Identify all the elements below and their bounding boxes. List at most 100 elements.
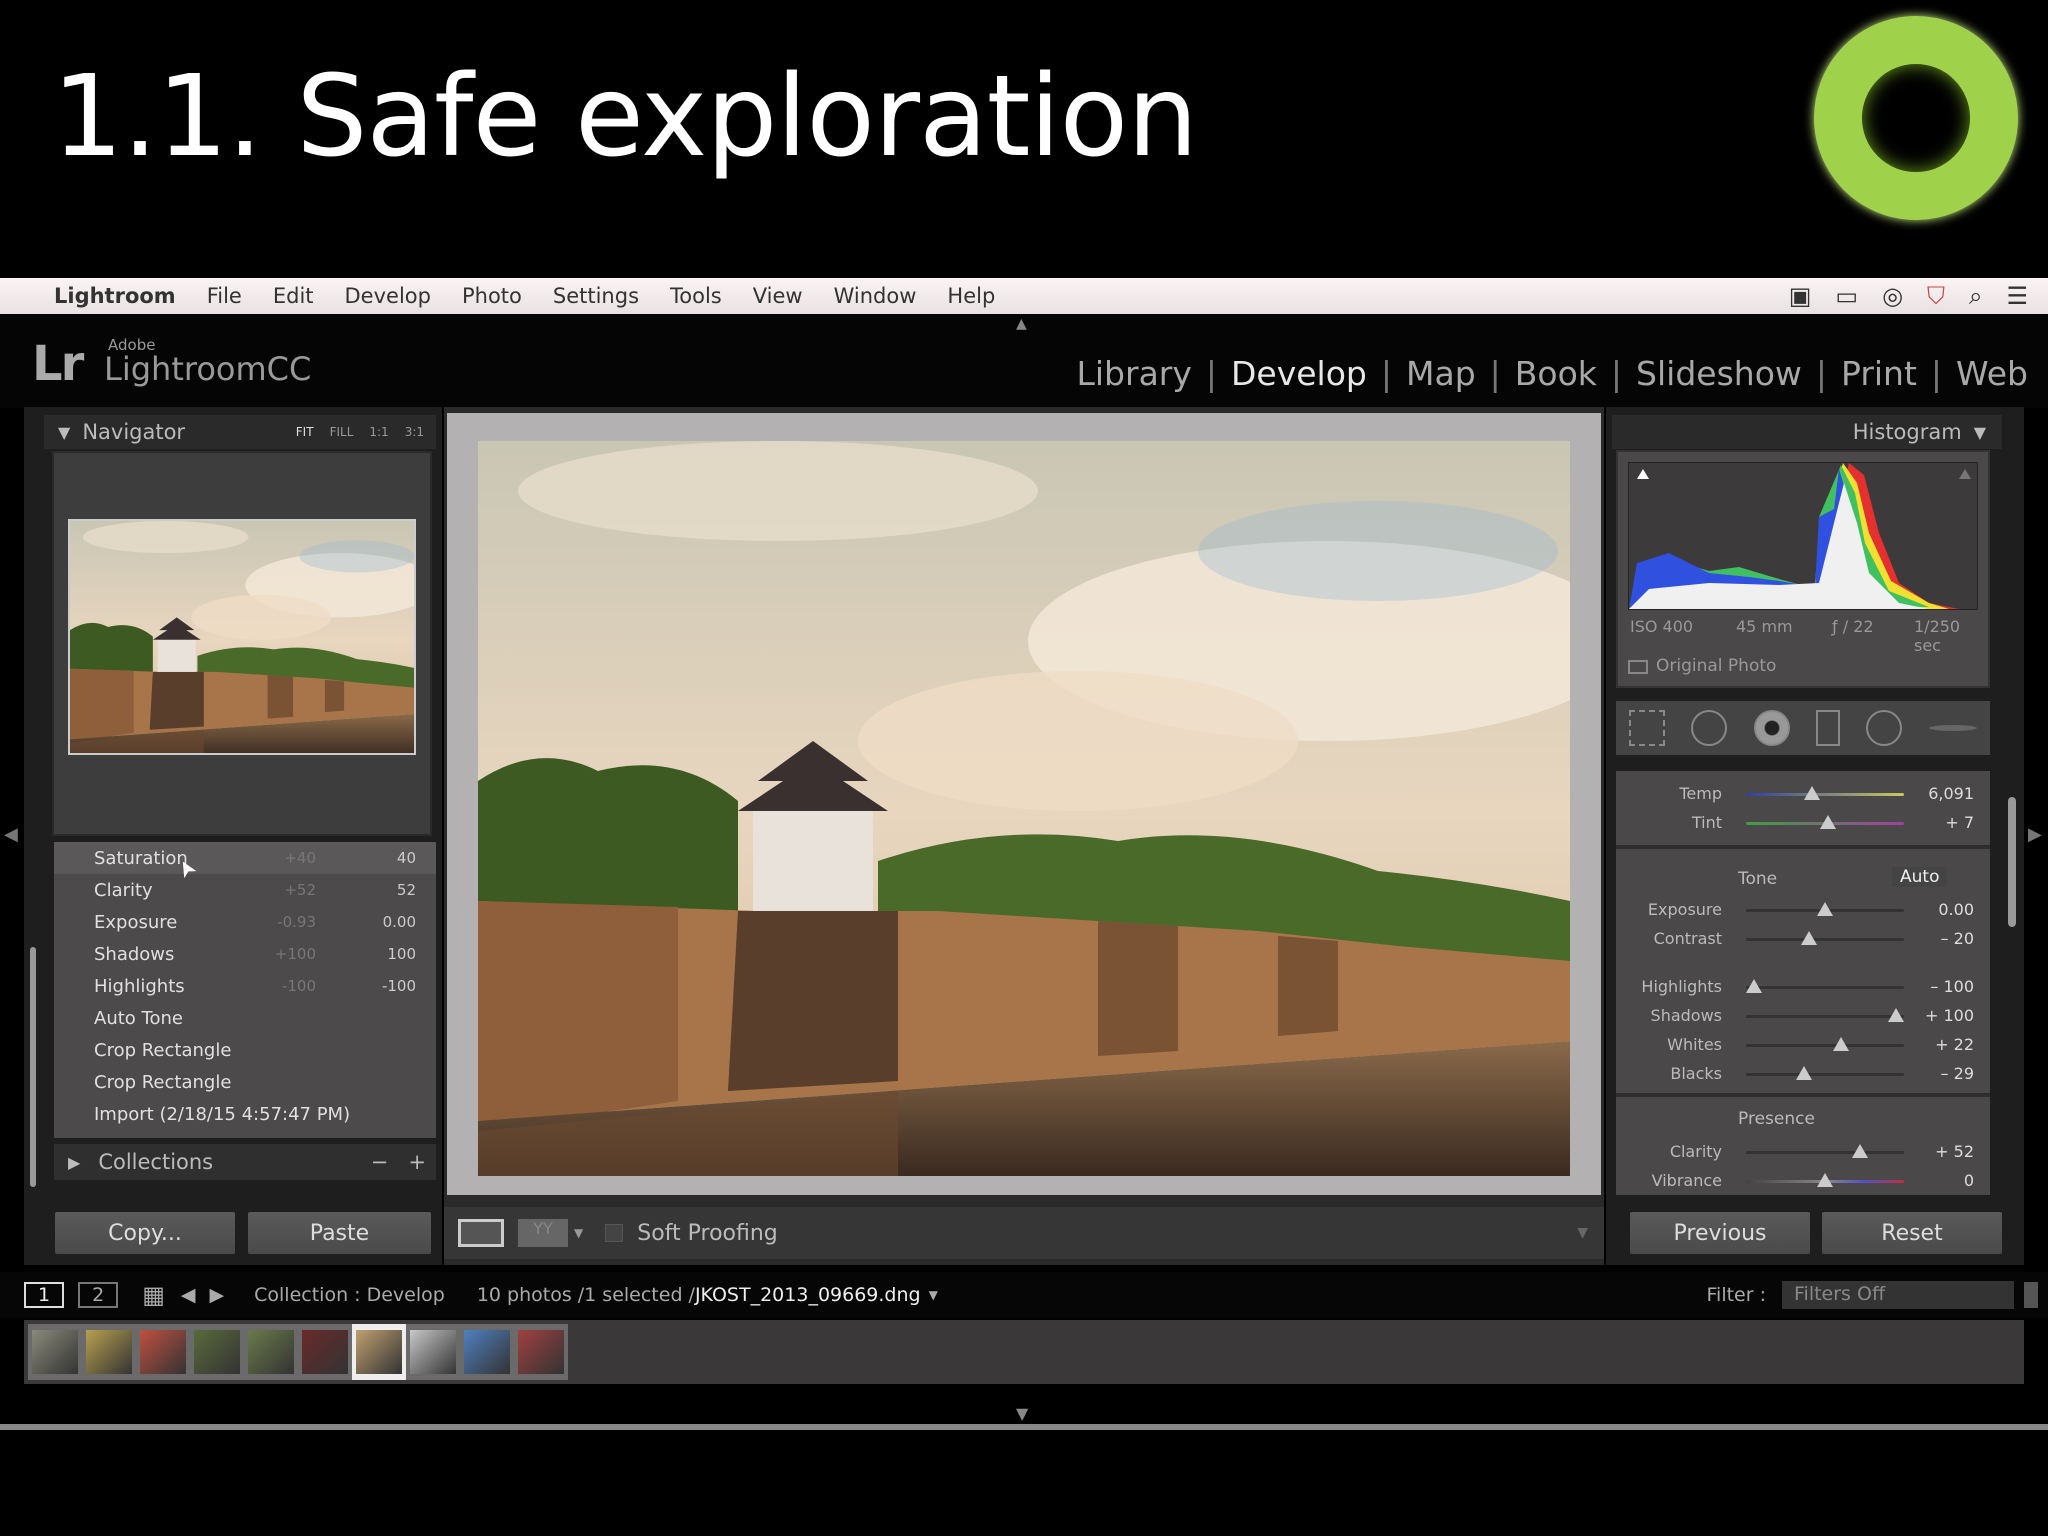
- module-slideshow[interactable]: Slideshow: [1636, 354, 1802, 393]
- slider-thumb[interactable]: [1801, 931, 1818, 945]
- slider-track[interactable]: [1746, 938, 1904, 941]
- filmstrip-thumbnail[interactable]: [352, 1324, 406, 1380]
- collapse-top-icon[interactable]: ▲: [1016, 316, 1027, 332]
- paste-button[interactable]: Paste: [248, 1212, 431, 1254]
- history-item[interactable]: Saturation +40 40: [54, 842, 436, 874]
- slider-thumb[interactable]: [1796, 1066, 1813, 1080]
- slider-value[interactable]: 0: [1964, 1171, 1974, 1190]
- secondary-window-button[interactable]: 2: [78, 1282, 119, 1308]
- remove-collection-button[interactable]: −: [371, 1150, 389, 1174]
- graduated-filter-icon[interactable]: [1816, 710, 1841, 746]
- filmstrip-thumbnail[interactable]: [136, 1324, 190, 1380]
- module-develop[interactable]: Develop: [1231, 354, 1367, 393]
- module-map[interactable]: Map: [1406, 354, 1476, 393]
- filmstrip-thumbnail[interactable]: [514, 1324, 568, 1380]
- history-item[interactable]: Crop Rectangle: [54, 1034, 436, 1066]
- main-photo[interactable]: [478, 441, 1570, 1176]
- slider-value[interactable]: + 22: [1935, 1035, 1974, 1054]
- slider-value[interactable]: – 29: [1941, 1064, 1974, 1083]
- history-item[interactable]: Import (2/18/15 4:57:47 PM): [54, 1098, 436, 1130]
- grid-icon[interactable]: ▦: [142, 1281, 165, 1309]
- collection-source[interactable]: Collection : Develop: [254, 1284, 445, 1306]
- spot-removal-icon[interactable]: [1691, 710, 1728, 746]
- filmstrip-thumbnail[interactable]: [28, 1324, 82, 1380]
- zoom-3-1[interactable]: 3:1: [405, 425, 424, 439]
- history-item[interactable]: Shadows +100 100: [54, 938, 436, 970]
- red-eye-icon[interactable]: [1753, 710, 1790, 746]
- menu-help[interactable]: Help: [947, 284, 995, 308]
- slider-track[interactable]: [1746, 986, 1904, 989]
- slider-value[interactable]: – 100: [1930, 977, 1974, 996]
- filmstrip-thumbnail[interactable]: [298, 1324, 352, 1380]
- slider-value[interactable]: + 7: [1945, 813, 1974, 832]
- collapse-triangle-icon[interactable]: ▼: [58, 423, 70, 442]
- menu-file[interactable]: File: [207, 284, 242, 308]
- display-icon[interactable]: ▭: [1835, 282, 1858, 310]
- creative-cloud-icon[interactable]: ◎: [1882, 282, 1903, 310]
- slider-thumb[interactable]: [1820, 815, 1837, 829]
- left-panel-toggle-icon[interactable]: ◀: [4, 824, 18, 845]
- navigator-header[interactable]: ▼ Navigator FIT FILL 1:1 3:1: [44, 415, 436, 449]
- navigator-thumbnail[interactable]: [68, 519, 416, 755]
- radial-filter-icon[interactable]: [1866, 710, 1903, 746]
- slider-value[interactable]: 6,091: [1928, 784, 1974, 803]
- collapse-bottom-icon[interactable]: ▼: [1016, 1404, 1028, 1423]
- history-item[interactable]: Highlights -100 -100: [54, 970, 436, 1002]
- filmstrip-thumbnail[interactable]: [460, 1324, 514, 1380]
- soft-proofing-checkbox[interactable]: [605, 1224, 624, 1242]
- collections-header[interactable]: ▶ Collections − +: [54, 1144, 436, 1180]
- right-panel-toggle-icon[interactable]: ▶: [2028, 824, 2042, 845]
- auto-tone-button[interactable]: Auto: [1892, 867, 1948, 887]
- slider-thumb[interactable]: [1888, 1008, 1905, 1022]
- expand-triangle-icon[interactable]: ▶: [68, 1153, 80, 1172]
- menu-photo[interactable]: Photo: [462, 284, 522, 308]
- menu-window[interactable]: Window: [834, 284, 917, 308]
- reset-button[interactable]: Reset: [1822, 1212, 2002, 1254]
- module-library[interactable]: Library: [1077, 354, 1192, 393]
- original-photo-checkbox[interactable]: [1628, 660, 1648, 674]
- left-panel-scrollbar[interactable]: [30, 947, 36, 1187]
- menu-app[interactable]: Lightroom: [54, 284, 176, 308]
- right-panel-scrollbar[interactable]: [2008, 797, 2016, 927]
- collapse-triangle-icon[interactable]: ▼: [1974, 423, 1986, 442]
- camera-icon[interactable]: ▣: [1789, 282, 1812, 310]
- module-web[interactable]: Web: [1956, 354, 2028, 393]
- zoom-fit[interactable]: FIT: [296, 425, 314, 439]
- before-after-icon[interactable]: YY: [518, 1219, 568, 1247]
- slider-thumb[interactable]: [1851, 1144, 1868, 1158]
- slider-value[interactable]: 0.00: [1938, 900, 1974, 919]
- module-print[interactable]: Print: [1841, 354, 1917, 393]
- before-after-dropdown-icon[interactable]: ▼: [574, 1226, 583, 1240]
- crop-tool-icon[interactable]: [1629, 710, 1666, 746]
- search-icon[interactable]: ⌕: [1969, 282, 1982, 310]
- slider-track[interactable]: [1746, 1015, 1904, 1018]
- add-collection-button[interactable]: +: [408, 1150, 426, 1174]
- history-item[interactable]: Exposure -0.93 0.00: [54, 906, 436, 938]
- zoom-1-1[interactable]: 1:1: [369, 425, 388, 439]
- slider-value[interactable]: + 52: [1935, 1142, 1974, 1161]
- slider-thumb[interactable]: [1804, 786, 1821, 800]
- toolbar-options-icon[interactable]: ▼: [1577, 1225, 1588, 1241]
- module-book[interactable]: Book: [1515, 354, 1597, 393]
- menu-edit[interactable]: Edit: [273, 284, 314, 308]
- copy-button[interactable]: Copy...: [55, 1212, 235, 1254]
- filename-dropdown-icon[interactable]: ▼: [929, 1288, 938, 1302]
- menu-view[interactable]: View: [753, 284, 803, 308]
- main-window-button[interactable]: 1: [24, 1282, 65, 1308]
- filmstrip-thumbnail[interactable]: [244, 1324, 298, 1380]
- slider-value[interactable]: + 100: [1925, 1006, 1974, 1025]
- loupe-view-icon[interactable]: [458, 1219, 504, 1247]
- previous-button[interactable]: Previous: [1630, 1212, 1810, 1254]
- list-icon[interactable]: ☰: [2006, 282, 2028, 310]
- slider-thumb[interactable]: [1745, 979, 1762, 993]
- slider-track[interactable]: [1746, 793, 1904, 796]
- slider-track[interactable]: [1746, 1151, 1904, 1154]
- slider-track[interactable]: [1746, 1044, 1904, 1047]
- adjustment-brush-icon[interactable]: [1928, 725, 1977, 731]
- slider-thumb[interactable]: [1817, 1173, 1833, 1187]
- filmstrip-thumbnail[interactable]: [82, 1324, 136, 1380]
- slider-track[interactable]: [1746, 1073, 1904, 1076]
- menu-settings[interactable]: Settings: [553, 284, 639, 308]
- back-arrow-icon[interactable]: ◀: [181, 1284, 196, 1306]
- menu-develop[interactable]: Develop: [345, 284, 431, 308]
